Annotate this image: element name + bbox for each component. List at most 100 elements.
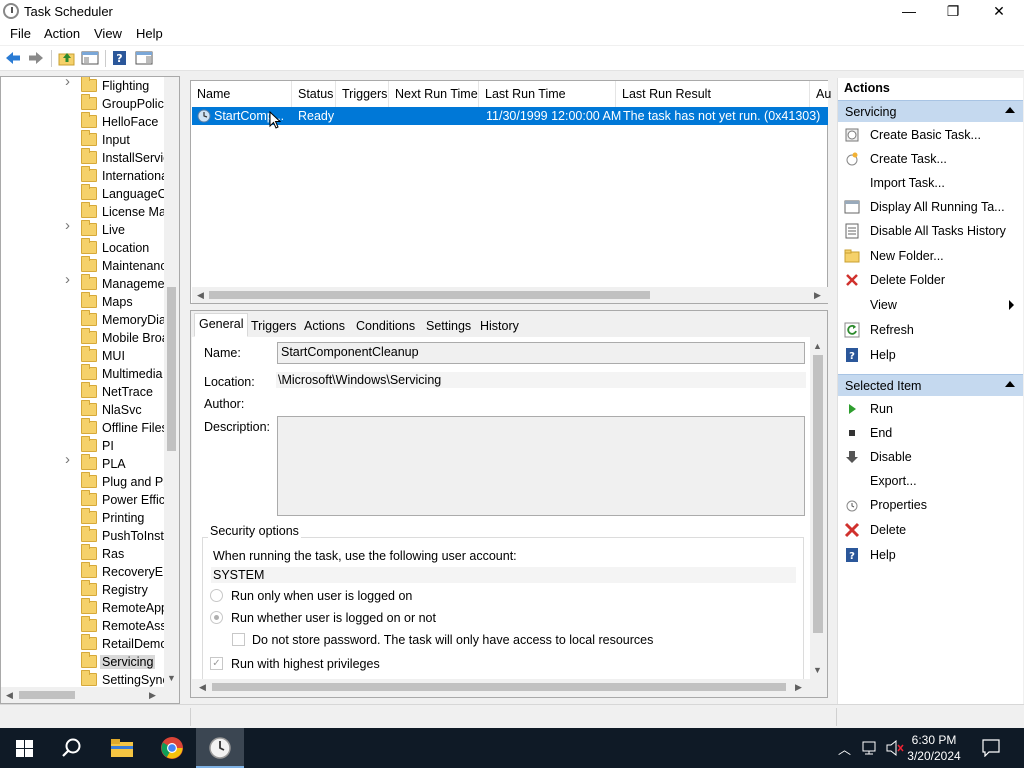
tab-triggers[interactable]: Triggers bbox=[246, 315, 301, 337]
tree-item-power-efficiency-diagnostics[interactable]: Power Efficiency Diagnostics bbox=[1, 490, 179, 509]
tree-item-international[interactable]: International bbox=[1, 166, 171, 185]
search-button[interactable] bbox=[48, 728, 96, 768]
checkbox-highest-privileges[interactable]: ✓ bbox=[210, 657, 223, 670]
tree-item-pushtoinstall[interactable]: PushToInstall bbox=[1, 526, 176, 545]
tree-item-remoteapp-and-desktop-connections-update[interactable]: RemoteApp and Desktop Connections Update bbox=[1, 598, 179, 617]
close-button[interactable]: ✕ bbox=[976, 0, 1022, 22]
tree-item-nlasvc[interactable]: NlaSvc bbox=[1, 400, 164, 419]
tree-hscroll-right-arrow[interactable]: ▶ bbox=[149, 690, 156, 701]
tree-item-input[interactable]: Input bbox=[1, 130, 164, 149]
name-field[interactable]: StartComponentCleanup bbox=[277, 342, 805, 364]
details-vscroll-thumb[interactable] bbox=[813, 355, 823, 633]
action-new-folder[interactable]: New Folder... bbox=[838, 245, 1023, 267]
actions-section-selected-item[interactable]: Selected Item bbox=[838, 374, 1023, 396]
tree-item-offline-files[interactable]: Offline Files bbox=[1, 418, 168, 437]
action-delete-folder[interactable]: Delete Folder bbox=[838, 269, 1023, 291]
details-hscroll-right-arrow[interactable]: ▶ bbox=[795, 682, 802, 693]
minimize-button[interactable]: — bbox=[886, 0, 932, 22]
tree-expand-chevron-icon[interactable]: › bbox=[65, 272, 75, 287]
tree-item-installservice[interactable]: InstallService bbox=[1, 148, 176, 167]
show-hidden-icons-chevron-icon[interactable]: ︿ bbox=[838, 739, 851, 758]
action-delete[interactable]: Delete bbox=[838, 519, 1023, 541]
collapse-triangle-icon[interactable] bbox=[1005, 107, 1015, 113]
action-import-task[interactable]: Import Task... bbox=[838, 172, 1023, 194]
help-icon[interactable]: ? bbox=[111, 50, 129, 66]
tree-item-mobile-broadband-accounts[interactable]: Mobile Broadband Accounts bbox=[1, 328, 179, 347]
task-scheduler-taskbar-button[interactable] bbox=[196, 728, 244, 768]
tab-general[interactable]: General bbox=[194, 313, 249, 337]
tree-item-management[interactable]: › Management bbox=[1, 272, 175, 293]
checkbox-do-not-store-password[interactable] bbox=[232, 633, 245, 646]
details-hscroll-left-arrow[interactable]: ◀ bbox=[199, 682, 206, 693]
menu-action[interactable]: Action bbox=[44, 26, 80, 41]
tree-item-printing[interactable]: Printing bbox=[1, 508, 164, 527]
menu-file[interactable]: File bbox=[10, 26, 31, 41]
tree-expand-chevron-icon[interactable]: › bbox=[65, 218, 75, 233]
tree-item-recoveryenvironment[interactable]: RecoveryEnvironment bbox=[1, 562, 179, 581]
tree-horizontal-scrollbar[interactable]: ◀ ▶ bbox=[1, 687, 179, 703]
tree-item-servicing[interactable]: Servicing bbox=[1, 652, 164, 671]
radio-run-whether-logged-on[interactable] bbox=[210, 611, 223, 624]
tree-item-languagecomponentsinstaller[interactable]: LanguageComponentsInstaller bbox=[1, 184, 179, 203]
tree-item-pi[interactable]: PI bbox=[1, 436, 164, 455]
task-list-horizontal-scrollbar[interactable]: ◀ ▶ bbox=[192, 287, 828, 303]
action-help-selected[interactable]: ? Help bbox=[838, 544, 1023, 566]
column-header-name[interactable]: Name bbox=[191, 81, 292, 107]
taskbar-clock[interactable]: 6:30 PM 3/20/2024 bbox=[902, 732, 966, 764]
tab-conditions[interactable]: Conditions bbox=[351, 315, 420, 337]
details-vscroll-up-arrow[interactable]: ▲ bbox=[813, 341, 822, 351]
tree-item-helloface[interactable]: HelloFace bbox=[1, 112, 164, 131]
radio-run-only-logged-on[interactable] bbox=[210, 589, 223, 602]
tree-hscroll-thumb[interactable] bbox=[19, 691, 75, 699]
column-header-next-run-time[interactable]: Next Run Time bbox=[389, 81, 479, 107]
tree-item-grouppolicy[interactable]: GroupPolicy bbox=[1, 94, 170, 113]
tree-item-registry[interactable]: Registry bbox=[1, 580, 164, 599]
tree-item-remoteassistance[interactable]: RemoteAssistance bbox=[1, 616, 179, 635]
tree-vscroll-thumb[interactable] bbox=[167, 287, 176, 451]
tree-expand-chevron-icon[interactable]: › bbox=[65, 452, 75, 467]
menu-help[interactable]: Help bbox=[136, 26, 163, 41]
column-header-last-run-time[interactable]: Last Run Time bbox=[479, 81, 616, 107]
details-vscroll-down-arrow[interactable]: ▼ bbox=[813, 665, 822, 675]
column-header-status[interactable]: Status bbox=[292, 81, 336, 107]
tree-item-ras[interactable]: Ras bbox=[1, 544, 164, 563]
tree-item-location[interactable]: Location bbox=[1, 238, 164, 257]
action-refresh[interactable]: Refresh bbox=[838, 319, 1023, 341]
tree-item-maps[interactable]: Maps bbox=[1, 292, 164, 311]
task-hscroll-left-arrow[interactable]: ◀ bbox=[197, 290, 204, 301]
tree-item-maintenance[interactable]: Maintenance bbox=[1, 256, 174, 275]
tab-settings[interactable]: Settings bbox=[421, 315, 476, 337]
tree-vscroll-down-arrow[interactable]: ▼ bbox=[167, 673, 176, 683]
tab-actions[interactable]: Actions bbox=[299, 315, 350, 337]
tree-item-retaildemo[interactable]: RetailDemo bbox=[1, 634, 167, 653]
tree-expand-chevron-icon[interactable]: › bbox=[65, 77, 75, 89]
details-hscroll-thumb[interactable] bbox=[212, 683, 786, 691]
maximize-button[interactable]: ❐ bbox=[930, 0, 976, 22]
notification-center-icon[interactable] bbox=[982, 739, 1000, 757]
tree-item-live[interactable]: › Live bbox=[1, 218, 164, 239]
up-folder-icon[interactable] bbox=[58, 50, 76, 66]
task-hscroll-right-arrow[interactable]: ▶ bbox=[814, 290, 821, 301]
tree-item-mui[interactable]: MUI bbox=[1, 346, 164, 365]
details-vertical-scrollbar[interactable]: ▲ ▼ bbox=[810, 337, 826, 683]
tree-vertical-scrollbar[interactable]: ▼ bbox=[164, 77, 179, 687]
action-run[interactable]: Run bbox=[838, 398, 1023, 420]
tree-item-flighting[interactable]: › Flighting bbox=[1, 77, 164, 95]
details-horizontal-scrollbar[interactable]: ◀ ▶ bbox=[192, 679, 810, 695]
menu-view[interactable]: View bbox=[94, 26, 122, 41]
action-view[interactable]: View bbox=[838, 294, 1023, 316]
show-hide-action-pane-icon[interactable] bbox=[135, 50, 153, 66]
tree-item-license-manager[interactable]: License Manager bbox=[1, 202, 179, 221]
show-hide-console-tree-icon[interactable] bbox=[81, 50, 99, 66]
task-row-selected[interactable]: StartComp... Ready 11/30/1999 12:00:00 A… bbox=[192, 107, 828, 125]
action-disable[interactable]: Disable bbox=[838, 446, 1023, 468]
tree-item-plug-and-play[interactable]: Plug and Play bbox=[1, 472, 179, 491]
tree-item-nettrace[interactable]: NetTrace bbox=[1, 382, 164, 401]
forward-arrow-icon[interactable] bbox=[27, 50, 45, 66]
description-field[interactable] bbox=[277, 416, 805, 516]
column-header-author[interactable]: Au bbox=[810, 81, 831, 107]
actions-section-servicing[interactable]: Servicing bbox=[838, 100, 1023, 122]
collapse-triangle-icon[interactable] bbox=[1005, 381, 1015, 387]
action-create-basic-task[interactable]: Create Basic Task... bbox=[838, 124, 1023, 146]
action-disable-all-tasks-history[interactable]: Disable All Tasks History bbox=[838, 220, 1023, 242]
